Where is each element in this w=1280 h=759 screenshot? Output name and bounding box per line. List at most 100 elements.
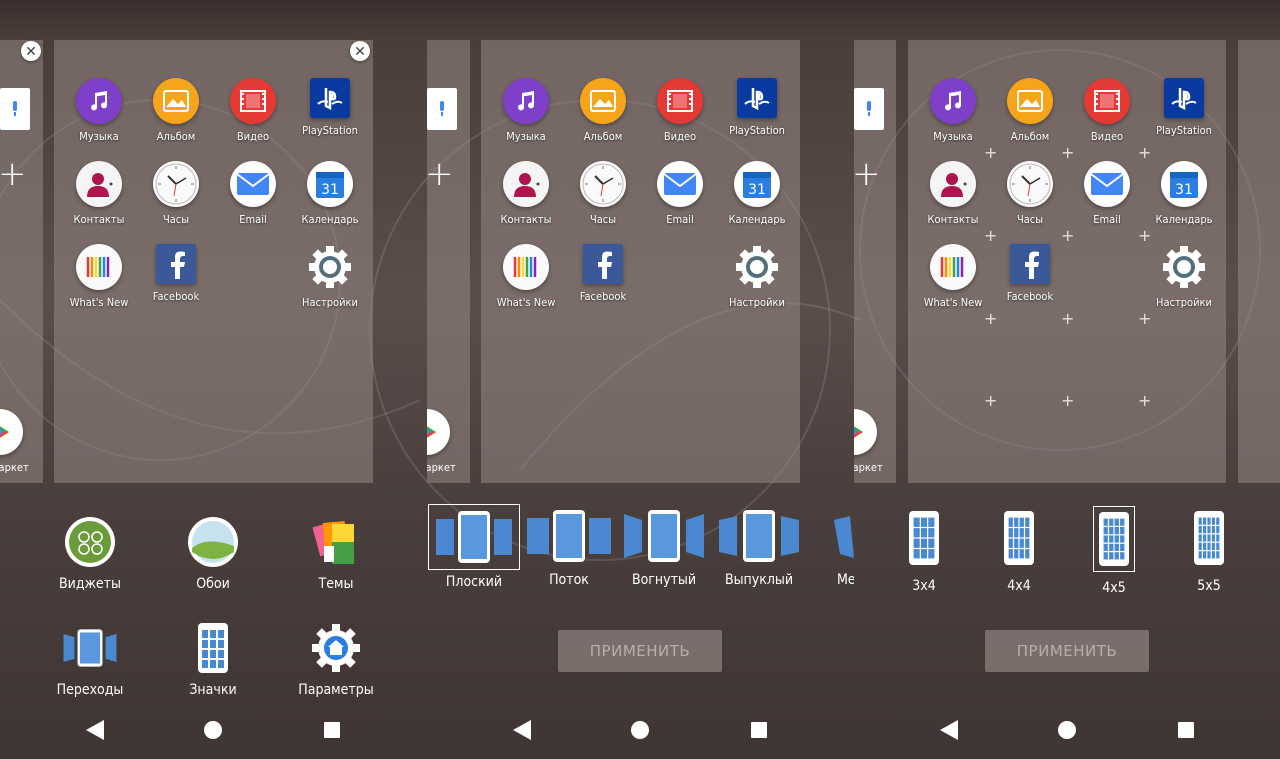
app-label: Часы <box>589 213 617 226</box>
app-calendar[interactable]: 31 Календарь <box>717 161 797 226</box>
app-facebook[interactable]: Facebook <box>990 244 1070 303</box>
app-label: Музыка <box>506 130 546 143</box>
app-label: Часы <box>1016 213 1044 226</box>
app-settings[interactable]: Настройки <box>290 244 370 309</box>
app-music[interactable]: Музыка <box>913 78 993 143</box>
app-label: Календарь <box>728 213 786 226</box>
home-button[interactable] <box>1058 721 1076 739</box>
app-settings[interactable]: Настройки <box>1144 244 1224 309</box>
app-album[interactable]: Альбом <box>990 78 1070 143</box>
play-store-label: Маркет <box>0 461 29 474</box>
menu-themes[interactable]: Темы <box>281 514 391 592</box>
app-label: Музыка <box>79 130 119 143</box>
video-icon <box>657 78 703 124</box>
app-settings[interactable]: Настройки <box>717 244 797 309</box>
menu-settings[interactable]: Параметры <box>281 620 391 698</box>
back-button[interactable] <box>940 720 958 740</box>
calendar-icon: 31 <box>1161 161 1207 207</box>
music-icon <box>503 78 549 124</box>
transition-option[interactable]: Вогнутый <box>617 504 711 588</box>
add-page-icon[interactable]: + <box>854 154 881 194</box>
app-email[interactable]: Email <box>1067 161 1147 226</box>
home-button[interactable] <box>204 721 222 739</box>
menu-transitions[interactable]: Переходы <box>35 620 145 698</box>
grid-size-option[interactable]: 5x5 <box>1179 506 1239 594</box>
grid-size-option[interactable]: 4x4 <box>989 506 1049 594</box>
app-whatsnew[interactable]: What's New <box>59 244 139 309</box>
back-button[interactable] <box>513 720 531 740</box>
grid-size-option[interactable]: 4x5 <box>1084 506 1144 596</box>
app-label: Email <box>666 213 694 226</box>
app-music[interactable]: Музыка <box>59 78 139 143</box>
recents-button[interactable] <box>1178 722 1194 738</box>
app-facebook[interactable]: Facebook <box>563 244 643 303</box>
app-label: Контакты <box>500 213 552 226</box>
app-playstation[interactable]: PlayStation <box>717 78 797 137</box>
grid-slot-plus-icon: + <box>1138 143 1152 162</box>
app-calendar[interactable]: 31 Календарь <box>290 161 370 226</box>
back-button[interactable] <box>86 720 104 740</box>
transition-option[interactable]: Плоский <box>427 504 521 590</box>
app-label: Часы <box>162 213 190 226</box>
whatsnew-icon <box>930 244 976 290</box>
video-icon <box>230 78 276 124</box>
search-widget[interactable] <box>427 88 457 130</box>
app-album[interactable]: Альбом <box>563 78 643 143</box>
search-widget[interactable] <box>854 88 884 130</box>
app-playstation[interactable]: PlayStation <box>1144 78 1224 137</box>
app-music[interactable]: Музыка <box>486 78 566 143</box>
apply-button[interactable]: ПРИМЕНИТЬ <box>558 630 722 672</box>
app-album[interactable]: Альбом <box>136 78 216 143</box>
grid-preview-icon <box>999 506 1039 570</box>
menu-icons-label: Значки <box>189 682 237 698</box>
play-store-icon[interactable] <box>854 409 877 455</box>
clock-icon <box>580 161 626 207</box>
play-store-icon[interactable] <box>0 409 23 455</box>
app-clock[interactable]: Часы <box>136 161 216 226</box>
app-video[interactable]: Видео <box>1067 78 1147 143</box>
icons-grid-icon <box>185 620 241 676</box>
recents-button[interactable] <box>324 722 340 738</box>
app-whatsnew[interactable]: What's New <box>913 244 993 309</box>
grid-size-option[interactable]: 3x4 <box>894 506 954 594</box>
microphone-icon <box>13 101 17 116</box>
play-store-icon[interactable] <box>427 409 450 455</box>
settings-icon <box>1161 244 1207 290</box>
recents-button[interactable] <box>751 722 767 738</box>
app-playstation[interactable]: PlayStation <box>290 78 370 137</box>
transition-preview-icon <box>524 504 614 568</box>
transition-option[interactable]: Поток <box>522 504 616 588</box>
app-clock[interactable]: Часы <box>990 161 1070 226</box>
wallpaper-icon <box>185 514 241 570</box>
app-calendar[interactable]: 31 Календарь <box>1144 161 1224 226</box>
apply-button[interactable]: ПРИМЕНИТЬ <box>985 630 1149 672</box>
app-whatsnew[interactable]: What's New <box>486 244 566 309</box>
app-clock[interactable]: Часы <box>563 161 643 226</box>
search-widget[interactable] <box>0 88 30 130</box>
clock-icon <box>153 161 199 207</box>
app-contacts[interactable]: Контакты <box>913 161 993 226</box>
transition-option[interactable]: Мель <box>807 504 854 588</box>
app-video[interactable]: Видео <box>213 78 293 143</box>
app-email[interactable]: Email <box>213 161 293 226</box>
calendar-icon: 31 <box>734 161 780 207</box>
close-page-button[interactable]: ✕ <box>350 41 370 61</box>
app-contacts[interactable]: Контакты <box>486 161 566 226</box>
menu-icons[interactable]: Значки <box>158 620 268 698</box>
app-label: Настройки <box>729 296 785 309</box>
grid-slot-plus-icon: + <box>984 143 998 162</box>
app-video[interactable]: Видео <box>640 78 720 143</box>
app-label: What's New <box>69 296 129 309</box>
menu-wallpaper[interactable]: Обои <box>158 514 268 592</box>
app-contacts[interactable]: Контакты <box>59 161 139 226</box>
add-page-icon[interactable]: + <box>427 154 454 194</box>
menu-widgets[interactable]: Виджеты <box>35 514 145 592</box>
home-button[interactable] <box>631 721 649 739</box>
app-label: Email <box>239 213 267 226</box>
app-email[interactable]: Email <box>640 161 720 226</box>
app-facebook[interactable]: Facebook <box>136 244 216 303</box>
home-page-right-peek[interactable] <box>1238 40 1280 483</box>
close-page-button[interactable]: ✕ <box>21 41 41 61</box>
add-page-icon[interactable]: + <box>0 154 27 194</box>
transition-option[interactable]: Выпуклый <box>712 504 806 588</box>
